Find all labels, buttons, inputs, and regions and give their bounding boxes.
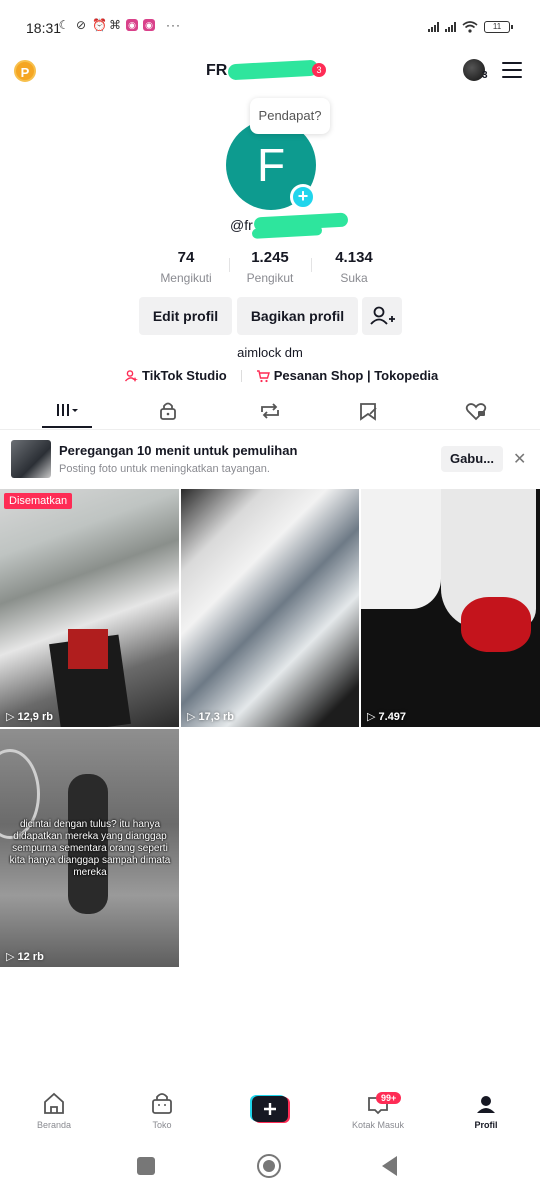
close-icon[interactable]: ✕ xyxy=(513,449,526,469)
bookmark-icon xyxy=(360,403,377,421)
cart-icon xyxy=(256,369,270,382)
signal-icon xyxy=(445,22,456,32)
recent-apps-button[interactable] xyxy=(137,1157,155,1175)
stat-following[interactable]: 74 Mengikuti xyxy=(141,249,231,285)
stat-value: 74 xyxy=(177,249,195,266)
video-tile[interactable]: Disematkan ▷ 12,9 rb xyxy=(0,489,179,727)
home-button-dot xyxy=(262,1159,275,1172)
view-count: ▷ 7.497 xyxy=(367,711,407,723)
inbox-badge: 99+ xyxy=(376,1092,402,1104)
share-profile-button[interactable]: Bagikan profil xyxy=(237,297,358,335)
tab-videos[interactable] xyxy=(48,396,88,428)
stat-followers[interactable]: 1.245 Pengikut xyxy=(225,249,315,285)
stat-value: 4.134 xyxy=(335,249,373,266)
status-time: 18:31 xyxy=(26,20,62,36)
shirt-shape xyxy=(68,629,108,669)
home-icon xyxy=(44,1092,64,1114)
system-navigation xyxy=(0,1148,540,1188)
profile-links: TikTok Studio Pesanan Shop | Tokopedia xyxy=(124,368,438,383)
view-count-value: 17,3 rb xyxy=(198,711,234,723)
app-notification-icon: ◉ xyxy=(143,19,155,31)
pinned-badge: Disematkan xyxy=(4,493,73,509)
opinion-bubble[interactable]: Pendapat? xyxy=(250,98,330,134)
moon-icon: ☾ xyxy=(58,18,70,32)
grid-videos-icon xyxy=(57,404,78,416)
nav-home-label: Beranda xyxy=(36,1120,72,1130)
status-system-icons: 11 xyxy=(428,21,513,33)
tab-reposts[interactable] xyxy=(250,396,290,428)
lock-icon xyxy=(160,402,176,420)
view-count-value: 12 rb xyxy=(17,951,44,963)
add-story-button[interactable]: + xyxy=(290,184,316,210)
tab-private[interactable] xyxy=(148,396,188,428)
view-count: ▷ 12,9 rb xyxy=(6,711,53,723)
promo-subtitle: Posting foto untuk meningkatkan tayangan… xyxy=(59,463,270,475)
home-button[interactable] xyxy=(257,1154,281,1178)
video-tile[interactable]: ▷ 17,3 rb xyxy=(181,489,359,727)
promo-title: Peregangan 10 menit untuk pemulihan xyxy=(59,443,298,458)
wifi-icon xyxy=(462,21,478,33)
alarm-icon: ⏰ xyxy=(92,18,107,32)
notification-badge: 3 xyxy=(312,63,326,77)
promo-banner[interactable]: Peregangan 10 menit untuk pemulihan Post… xyxy=(0,434,540,484)
tiktok-studio-label: TikTok Studio xyxy=(142,368,227,383)
nav-home[interactable]: Beranda xyxy=(14,1086,94,1134)
more-notifications-icon: ··· xyxy=(166,18,181,32)
tab-liked[interactable] xyxy=(456,396,496,428)
video-caption: dicintai dengan tulus? itu hanya didapat… xyxy=(9,819,171,878)
create-post-button[interactable] xyxy=(250,1095,290,1123)
stat-value: 1.245 xyxy=(251,249,289,266)
profile-tabs xyxy=(0,396,540,430)
add-user-icon xyxy=(370,306,395,325)
signal-icon xyxy=(428,22,439,32)
back-icon[interactable] xyxy=(380,1155,400,1177)
stat-label: Suka xyxy=(340,271,368,285)
nav-inbox-label: Kotak Masuk xyxy=(351,1120,405,1130)
video-tile[interactable]: ▷ 7.497 xyxy=(361,489,540,727)
profile-handle: @fr xyxy=(230,217,253,233)
edit-profile-button[interactable]: Edit profil xyxy=(139,297,232,335)
stat-label: Pengikut xyxy=(246,271,294,285)
video-tile[interactable]: dicintai dengan tulus? itu hanya didapat… xyxy=(0,729,179,967)
nav-profile-label: Profil xyxy=(474,1120,498,1130)
add-friend-button[interactable] xyxy=(362,297,402,335)
tab-active-indicator xyxy=(42,426,92,428)
nav-profile[interactable]: Profil xyxy=(446,1086,526,1134)
join-button[interactable]: Gabu... xyxy=(441,446,503,472)
menu-icon[interactable] xyxy=(502,62,522,78)
tiktok-studio-link[interactable]: TikTok Studio xyxy=(124,368,227,383)
status-bar: 18:31 ☾ ⊘ ⏰ ⌘ ◉ ◉ ··· 11 xyxy=(0,0,540,58)
nav-shop[interactable]: Toko xyxy=(122,1086,202,1134)
view-count-value: 7.497 xyxy=(378,711,407,723)
studio-icon xyxy=(124,369,138,382)
view-count: ▷ 12 rb xyxy=(6,951,44,963)
shop-bag-icon xyxy=(152,1093,172,1114)
stat-label: Mengikuti xyxy=(160,271,212,285)
nav-shop-label: Toko xyxy=(152,1120,172,1130)
heart-lock-icon xyxy=(465,403,487,421)
profile-username[interactable]: FR xyxy=(206,62,227,80)
profile-bio: aimlock dm xyxy=(237,345,303,360)
shirt-shape xyxy=(361,489,441,609)
view-count-value: 12,9 rb xyxy=(17,711,53,723)
promo-thumbnail xyxy=(11,440,51,478)
status-notification-icons: ☾ ⊘ ⏰ ⌘ ◉ ◉ ··· xyxy=(58,18,181,32)
coin-icon[interactable]: P xyxy=(14,60,36,82)
plus-icon xyxy=(250,1095,290,1123)
app-notification-icon: ◉ xyxy=(126,19,138,31)
stat-likes[interactable]: 4.134 Suka xyxy=(309,249,399,285)
cloth-shape xyxy=(461,597,531,652)
divider xyxy=(240,369,242,382)
shop-orders-label: Pesanan Shop | Tokopedia xyxy=(273,368,439,383)
redaction-scribble xyxy=(227,59,319,81)
view-count: ▷ 17,3 rb xyxy=(187,711,234,723)
muted-icon: ⊘ xyxy=(75,18,87,32)
tab-saved[interactable] xyxy=(348,396,388,428)
account-count: 3 xyxy=(482,70,488,81)
profile-icon xyxy=(477,1096,495,1113)
repost-icon xyxy=(261,403,279,419)
battery-icon: 11 xyxy=(484,21,513,33)
share-app-icon: ⌘ xyxy=(109,18,121,32)
shop-orders-link[interactable]: Pesanan Shop | Tokopedia xyxy=(256,368,438,383)
